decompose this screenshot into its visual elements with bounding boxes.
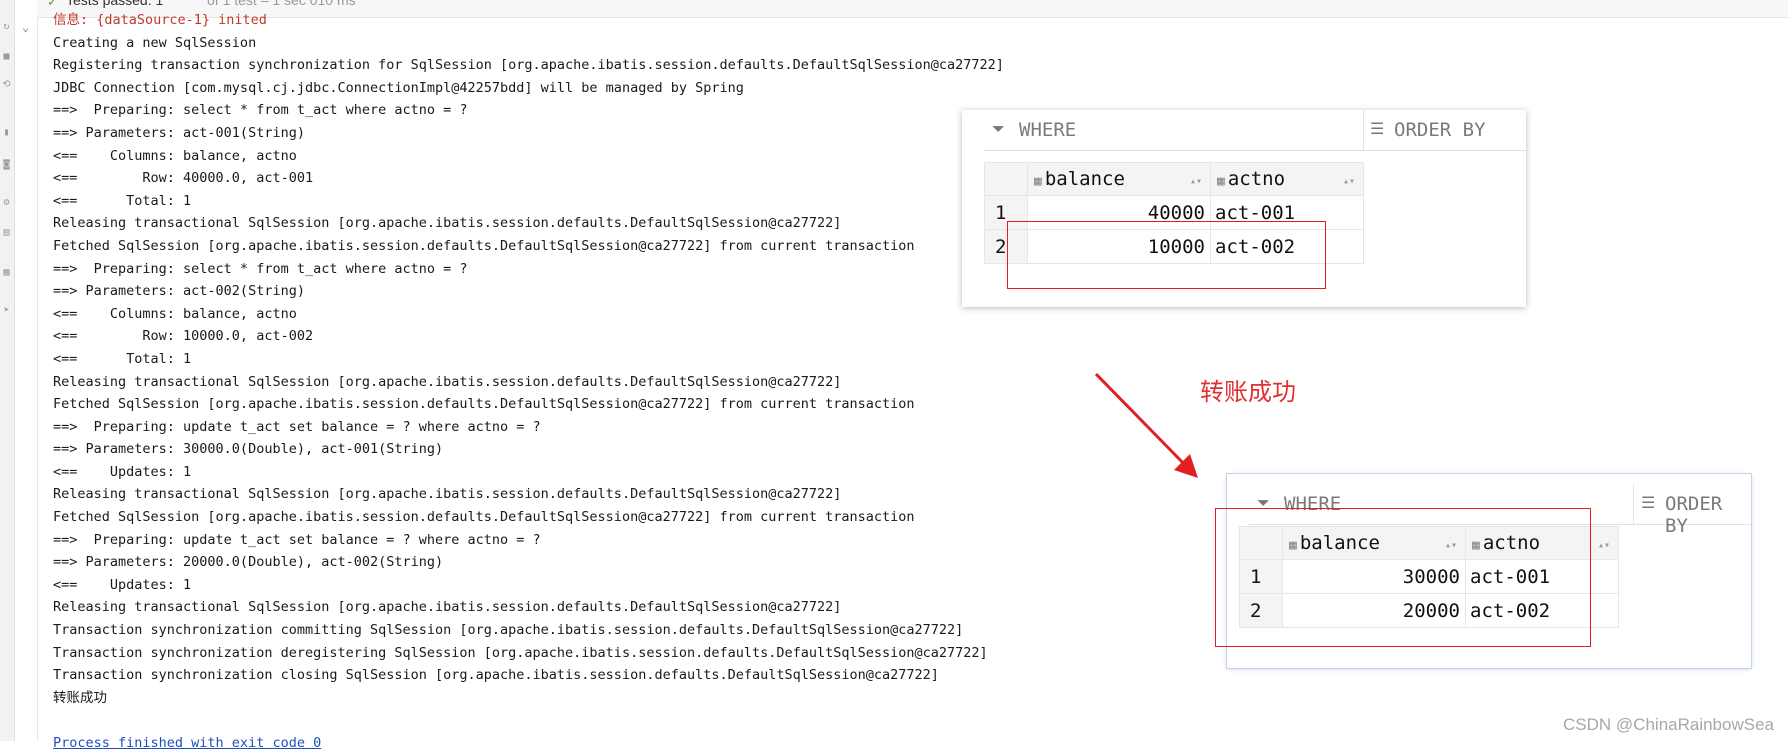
camera-icon[interactable]: ◙ bbox=[1, 160, 12, 170]
console-line: ==> Parameters: act-002(String) bbox=[53, 283, 305, 300]
pin-icon[interactable]: ➤ bbox=[1, 306, 12, 316]
console-line: <== Total: 1 bbox=[53, 350, 192, 367]
filter-icon[interactable]: ⏷ bbox=[992, 119, 1005, 139]
restore-icon[interactable]: ⟲ bbox=[1, 80, 12, 90]
highlight-box-after bbox=[1215, 508, 1591, 647]
left-toolbar: ↻ ■ ⟲ ▮ ◙ ⚙ ▤ ▦ ➤ bbox=[0, 0, 15, 741]
column-header-balance[interactable]: ▦ balance ▴▾ bbox=[1027, 162, 1211, 196]
console-line: Releasing transactional SqlSession [org.… bbox=[53, 215, 842, 232]
console-line: Releasing transactional SqlSession [org.… bbox=[53, 599, 842, 616]
console-line: <== Columns: balance, actno bbox=[53, 147, 297, 164]
sort-arrows-icon[interactable]: ▴▾ bbox=[1343, 176, 1355, 187]
pause-icon[interactable]: ▮ bbox=[1, 128, 12, 138]
console-line: 转账成功 bbox=[53, 689, 107, 706]
console-line: <== Row: 40000.0, act-001 bbox=[53, 170, 314, 187]
console-line[interactable]: Process finished with exit code 0 bbox=[53, 732, 1053, 755]
console-line: Creating a new SqlSession bbox=[53, 34, 257, 51]
key-column-icon: ▦ bbox=[1217, 174, 1225, 189]
filter-bar: ⏷ WHERE ☰ ORDER BY bbox=[984, 110, 1526, 151]
console-line: <== Total: 1 bbox=[53, 192, 192, 209]
console-line: <== Updates: 1 bbox=[53, 576, 192, 593]
console-output: 信息: {dataSource-1} inited Creating a new … bbox=[53, 9, 1053, 755]
layout-icon[interactable]: ▤ bbox=[1, 228, 12, 238]
sort-arrows-icon[interactable]: ▴▾ bbox=[1598, 540, 1610, 551]
console-line: Transaction synchronization committing S… bbox=[53, 622, 964, 639]
order-by-filter[interactable]: ORDER BY bbox=[1665, 493, 1751, 537]
column-icon: ▦ bbox=[1034, 174, 1042, 189]
grid-icon[interactable]: ▦ bbox=[1, 268, 12, 278]
console-line: ==> Preparing: select * from t_act where… bbox=[53, 102, 468, 119]
console-line: Releasing transactional SqlSession [org.… bbox=[53, 373, 842, 390]
console-line: Fetched SqlSession [org.apache.ibatis.se… bbox=[53, 237, 915, 254]
chevron-down-icon[interactable]: ⌄ bbox=[22, 20, 29, 34]
console-line: 信息: {dataSource-1} inited bbox=[53, 12, 267, 28]
order-by-filter[interactable]: ORDER BY bbox=[1394, 119, 1486, 141]
console-line: ==> Preparing: select * from t_act where… bbox=[53, 260, 468, 277]
console-line: Registering transaction synchronization … bbox=[53, 57, 1004, 74]
console-line: Fetched SqlSession [org.apache.ibatis.se… bbox=[53, 509, 915, 526]
settings-icon[interactable]: ⚙ bbox=[1, 198, 12, 208]
stop-icon[interactable]: ■ bbox=[1, 52, 12, 62]
table-header-row: ▦ balance ▴▾ ▦ actno ▴▾ bbox=[984, 162, 1364, 196]
sort-icon[interactable]: ☰ bbox=[1370, 119, 1384, 138]
column-header-actno[interactable]: ▦ actno ▴▾ bbox=[1210, 162, 1364, 196]
sort-arrows-icon[interactable]: ▴▾ bbox=[1190, 176, 1202, 187]
tests-passed-detail: of 1 test – 1 sec 010 ms bbox=[207, 0, 356, 8]
console-line: <== Columns: balance, actno bbox=[53, 305, 297, 322]
console-line: ==> Parameters: 30000.0(Double), act-001… bbox=[53, 441, 444, 458]
console-line: Fetched SqlSession [org.apache.ibatis.se… bbox=[53, 396, 915, 413]
annotation-text: 转账成功 bbox=[1200, 378, 1296, 406]
console-line: ==> Parameters: 20000.0(Double), act-002… bbox=[53, 554, 444, 571]
rerun-icon[interactable]: ↻ bbox=[1, 22, 12, 32]
where-filter[interactable]: WHERE bbox=[1019, 119, 1076, 141]
highlight-box-before bbox=[1007, 221, 1326, 289]
sort-icon[interactable]: ☰ bbox=[1641, 493, 1655, 512]
console-line: <== Updates: 1 bbox=[53, 463, 192, 480]
console-line: ==> Preparing: update t_act set balance … bbox=[53, 531, 541, 548]
console-line: JDBC Connection [com.mysql.cj.jdbc.Conne… bbox=[53, 79, 744, 96]
console-line: <== Row: 10000.0, act-002 bbox=[53, 328, 314, 345]
tests-passed-status: Tests passed: 1 bbox=[66, 0, 164, 8]
console-line: Transaction synchronization deregisterin… bbox=[53, 644, 988, 661]
watermark: CSDN @ChinaRainbowSea bbox=[1563, 715, 1774, 734]
console-line: ==> Parameters: act-001(String) bbox=[53, 124, 305, 141]
console-line: Releasing transactional SqlSession [org.… bbox=[53, 486, 842, 503]
console-line: ==> Preparing: update t_act set balance … bbox=[53, 418, 541, 435]
fold-gutter bbox=[15, 0, 38, 741]
row-number-header bbox=[984, 162, 1028, 196]
console-line: Transaction synchronization closing SqlS… bbox=[53, 667, 939, 684]
arrow-annotation bbox=[1094, 372, 1198, 478]
